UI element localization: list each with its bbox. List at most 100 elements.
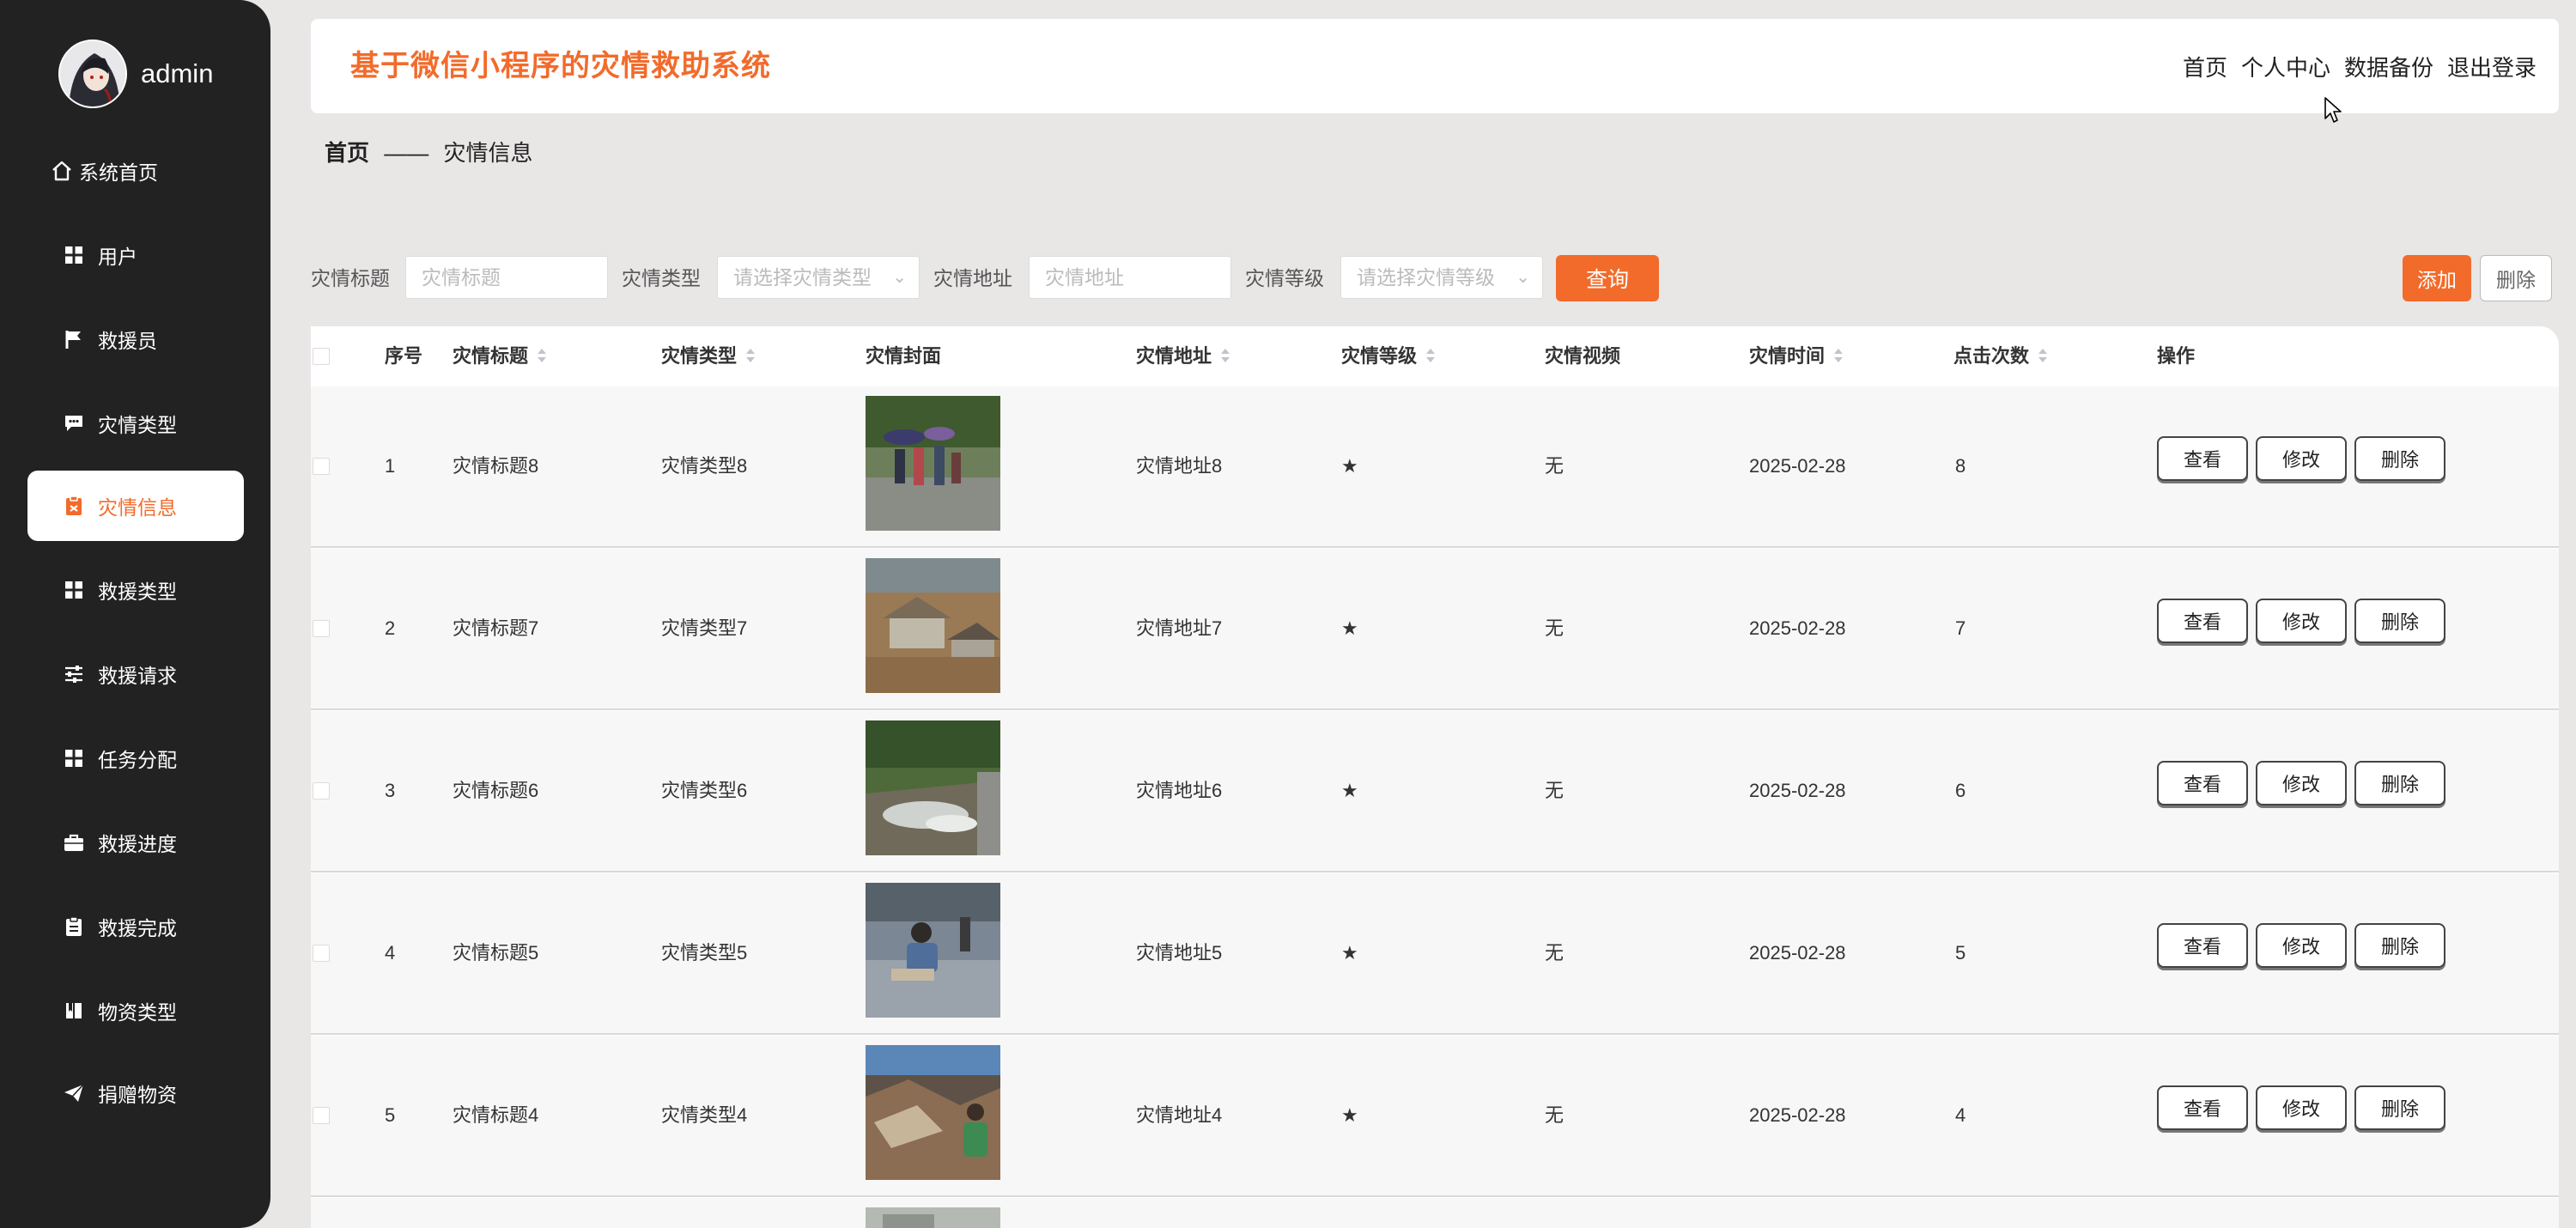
avatar[interactable] (58, 40, 127, 108)
table-header: 序号 灾情标题 灾情类型 灾情封面 灾情地址 灾情等级 灾情视频 灾情时间 点击… (311, 326, 2559, 386)
edit-button[interactable]: 修改 (2256, 599, 2347, 643)
sidebar-item-home[interactable]: 系统首页 (27, 136, 244, 206)
cell-title: 灾情标题6 (453, 780, 539, 801)
sort-icon[interactable] (2038, 348, 2048, 363)
row-checkbox[interactable] (313, 458, 330, 475)
cover-image[interactable] (866, 558, 1000, 693)
edit-button[interactable]: 修改 (2256, 436, 2347, 481)
username: admin (141, 58, 214, 88)
col-address[interactable]: 灾情地址 (1136, 326, 1230, 386)
add-button[interactable]: 添加 (2403, 255, 2471, 301)
sidebar-item-users[interactable]: 用户 (27, 220, 244, 290)
top-link-profile[interactable]: 个人中心 (2241, 51, 2330, 82)
delete-button[interactable]: 删除 (2354, 599, 2445, 643)
cell-address: 灾情地址7 (1136, 617, 1223, 639)
edit-button[interactable]: 修改 (2256, 761, 2347, 805)
col-type[interactable]: 灾情类型 (661, 326, 756, 386)
delete-button[interactable]: 删除 (2354, 436, 2445, 481)
table-row: 5 灾情标题4 灾情类型4 灾情地址4 ★ 无 2025-02-28 4 查看 … (311, 1036, 2559, 1197)
sidebar-item-label: 救援类型 (98, 581, 177, 603)
sidebar-item-label: 捐赠物资 (98, 1084, 177, 1106)
row-checkbox[interactable] (313, 1107, 330, 1124)
view-button[interactable]: 查看 (2157, 923, 2248, 968)
breadcrumb-current: 灾情信息 (443, 140, 533, 166)
col-clicks[interactable]: 点击次数 (1953, 326, 2048, 386)
grid-icon (62, 746, 86, 770)
address-search-input[interactable]: 灾情地址 (1029, 256, 1231, 299)
sort-icon[interactable] (537, 348, 547, 363)
cell-clicks: 6 (1955, 780, 1966, 801)
title-search-input[interactable]: 灾情标题 (405, 256, 608, 299)
col-title[interactable]: 灾情标题 (453, 326, 547, 386)
top-link-backup[interactable]: 数据备份 (2344, 51, 2433, 82)
cell-index: 2 (385, 617, 396, 639)
cell-level: ★ (1341, 780, 1358, 801)
cell-clicks: 8 (1955, 455, 1966, 477)
cell-time: 2025-02-28 (1749, 455, 1846, 477)
view-button[interactable]: 查看 (2157, 1085, 2248, 1130)
sort-icon[interactable] (1220, 348, 1230, 363)
sidebar-item-label: 任务分配 (98, 749, 177, 771)
select-all-checkbox[interactable] (313, 348, 330, 365)
col-index: 序号 (385, 345, 423, 367)
sidebar-item-rescuers[interactable]: 救援员 (27, 304, 244, 374)
edit-button[interactable]: 修改 (2256, 1085, 2347, 1130)
col-time[interactable]: 灾情时间 (1749, 326, 1844, 386)
edit-button[interactable]: 修改 (2256, 923, 2347, 968)
query-button[interactable]: 查询 (1556, 255, 1659, 301)
cell-title: 灾情标题5 (453, 942, 539, 964)
cell-title: 灾情标题8 (453, 455, 539, 477)
cover-image[interactable] (866, 1045, 1000, 1180)
col-type-label: 灾情类型 (661, 345, 738, 367)
level-filter-label: 灾情等级 (1245, 267, 1324, 289)
view-button[interactable]: 查看 (2157, 436, 2248, 481)
sidebar-item-rescue-progress[interactable]: 救援进度 (27, 807, 244, 878)
sidebar-item-disaster-types[interactable]: 灾情类型 (27, 388, 244, 459)
type-select[interactable]: 请选择灾情类型 ⌄ (717, 256, 920, 299)
row-actions: 查看 修改 删除 (2157, 761, 2453, 805)
sidebar-item-task-assignment[interactable]: 任务分配 (27, 723, 244, 793)
cell-address: 灾情地址4 (1136, 1104, 1223, 1126)
col-video: 灾情视频 (1545, 345, 1621, 367)
sidebar-item-donations[interactable]: 捐赠物资 (27, 1058, 244, 1128)
row-actions: 查看 修改 删除 (2157, 436, 2453, 481)
top-link-logout[interactable]: 退出登录 (2447, 51, 2537, 82)
address-filter-label: 灾情地址 (933, 267, 1012, 289)
cell-video: 无 (1545, 942, 1564, 964)
cover-image[interactable] (866, 396, 1000, 531)
type-filter-label: 灾情类型 (622, 267, 701, 289)
col-level[interactable]: 灾情等级 (1341, 326, 1436, 386)
breadcrumb-separator: —— (384, 140, 429, 166)
delete-button[interactable]: 删除 (2354, 923, 2445, 968)
view-button[interactable]: 查看 (2157, 761, 2248, 805)
row-checkbox[interactable] (313, 620, 330, 637)
row-checkbox[interactable] (313, 945, 330, 962)
sort-icon[interactable] (1425, 348, 1436, 363)
sidebar-item-rescue-complete[interactable]: 救援完成 (27, 891, 244, 962)
sort-icon[interactable] (745, 348, 756, 363)
row-actions: 查看 修改 删除 (2157, 923, 2453, 968)
sidebar-item-rescue-requests[interactable]: 救援请求 (27, 639, 244, 709)
top-link-home[interactable]: 首页 (2183, 51, 2227, 82)
sidebar-item-rescue-types[interactable]: 救援类型 (27, 555, 244, 625)
view-button[interactable]: 查看 (2157, 599, 2248, 643)
col-clicks-label: 点击次数 (1953, 345, 2030, 367)
briefcase-icon (62, 830, 86, 854)
cover-image[interactable] (866, 883, 1000, 1018)
level-select[interactable]: 请选择灾情等级 ⌄ (1340, 256, 1543, 299)
cell-level: ★ (1341, 942, 1358, 964)
breadcrumb-home[interactable]: 首页 (325, 140, 369, 166)
row-checkbox[interactable] (313, 782, 330, 799)
app-title: 基于微信小程序的灾情救助系统 (350, 50, 771, 82)
delete-button[interactable]: 删除 (2354, 1085, 2445, 1130)
batch-delete-button[interactable]: 删除 (2480, 255, 2552, 301)
cover-image[interactable] (866, 1207, 1000, 1228)
delete-button[interactable]: 删除 (2354, 761, 2445, 805)
user-block: admin (58, 38, 213, 110)
sidebar-item-label: 系统首页 (79, 161, 158, 184)
cell-index: 3 (385, 780, 396, 801)
sidebar-item-disaster-info[interactable]: 灾情信息 (27, 471, 244, 541)
sidebar-item-supply-types[interactable]: 物资类型 (27, 976, 244, 1046)
sort-icon[interactable] (1833, 348, 1844, 363)
cover-image[interactable] (866, 720, 1000, 855)
